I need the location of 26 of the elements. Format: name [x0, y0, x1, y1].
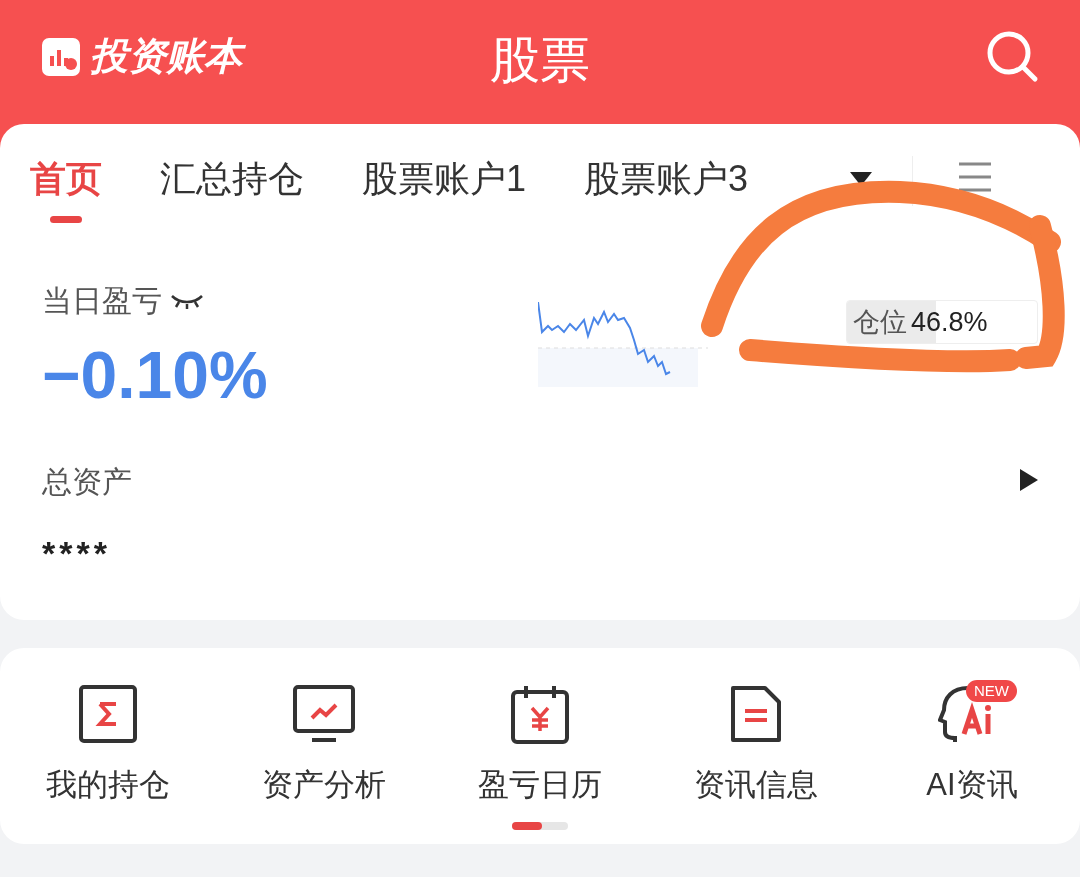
account-tab[interactable]: 股票账户3	[584, 156, 749, 223]
shortcut-button[interactable]: 资产分析	[216, 682, 432, 809]
calendar-icon	[510, 684, 570, 744]
shortcut-button[interactable]: 盈亏日历	[432, 682, 648, 809]
page-indicator	[512, 820, 568, 831]
account-tab[interactable]: 汇总持仓	[160, 156, 304, 223]
total-assets-label: 总资产	[42, 464, 133, 500]
page-title: 股票	[490, 31, 590, 90]
total-assets-value: ****	[42, 533, 112, 574]
daily-pnl-value: −0.10%	[42, 337, 269, 414]
play-arrow-icon[interactable]	[1020, 469, 1038, 491]
monitor-chart-icon	[292, 684, 356, 744]
shortcut-button[interactable]: NEW AI资讯	[864, 682, 1080, 809]
account-tab[interactable]: 股票账户1	[362, 156, 527, 223]
account-tab[interactable]: 首页	[30, 156, 102, 223]
daily-pnl-label: 当日盈亏	[42, 283, 162, 319]
menu-icon[interactable]	[959, 162, 991, 192]
position-label: 仓位	[853, 305, 907, 339]
document-icon	[729, 684, 783, 744]
shortcut-button[interactable]: 资讯信息	[648, 682, 864, 809]
position-value: 46.8%	[911, 305, 988, 339]
sigma-icon	[78, 684, 138, 744]
new-badge: NEW	[966, 680, 1017, 702]
eye-closed-icon[interactable]	[170, 292, 204, 309]
ledger-logo-icon	[40, 35, 82, 78]
shortcut-button[interactable]: 我的持仓	[0, 682, 216, 809]
